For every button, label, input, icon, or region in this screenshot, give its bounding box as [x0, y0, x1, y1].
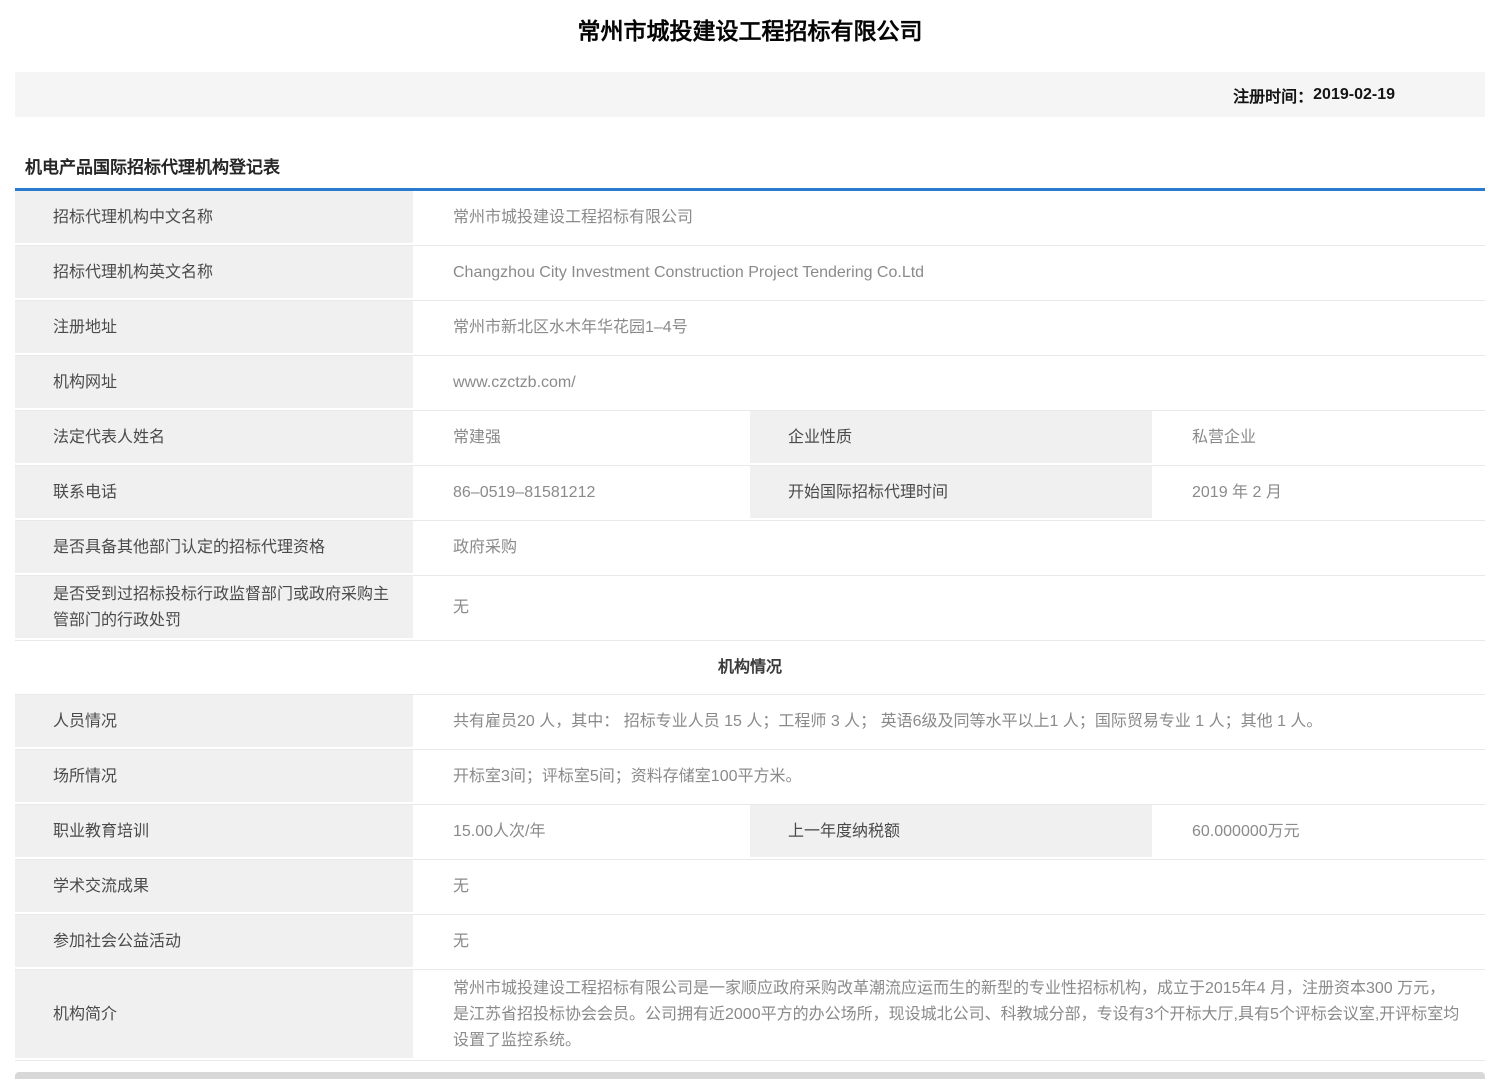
field-value: 常州市新北区水木年华花园1–4号 [413, 301, 1485, 355]
table-row-charity: 参加社会公益活动 无 [15, 915, 1485, 970]
field-value: www.czctzb.com/ [413, 356, 1485, 410]
field-label: 机构网址 [15, 356, 413, 410]
table-row-other-qualification: 是否具备其他部门认定的招标代理资格 政府采购 [15, 521, 1485, 576]
table-row-legal-rep: 法定代表人姓名 常建强 企业性质 私营企业 [15, 411, 1485, 466]
table-row-training: 职业教育培训 15.00人次/年 上一年度纳税额 60.000000万元 [15, 805, 1485, 860]
registration-table: 招标代理机构中文名称 常州市城投建设工程招标有限公司 招标代理机构英文名称 Ch… [15, 188, 1485, 1061]
field-value: 2019 年 2 月 [1152, 466, 1485, 520]
table-row-website: 机构网址 www.czctzb.com/ [15, 356, 1485, 411]
table-row-phone: 联系电话 86–0519–81581212 开始国际招标代理时间 2019 年 … [15, 466, 1485, 521]
field-label: 机构简介 [15, 970, 413, 1060]
register-time-bar: 注册时间： 2019-02-19 [15, 72, 1485, 117]
field-value: 无 [413, 860, 1485, 914]
field-value: 政府采购 [413, 521, 1485, 575]
field-value: 60.000000万元 [1152, 805, 1485, 859]
register-time-value: 2019-02-19 [1313, 86, 1395, 104]
table-row-academic: 学术交流成果 无 [15, 860, 1485, 915]
table-row-venue: 场所情况 开标室3间；评标室5间；资料存储室100平方米。 [15, 750, 1485, 805]
table-row-address: 注册地址 常州市新北区水木年华花园1–4号 [15, 301, 1485, 356]
field-value: 常州市城投建设工程招标有限公司是一家顺应政府采购改革潮流应运而生的新型的专业性招… [413, 970, 1485, 1060]
field-label: 开始国际招标代理时间 [750, 466, 1152, 520]
footer-bar [15, 1072, 1485, 1079]
field-value: 共有雇员20 人，其中： 招标专业人员 15 人；工程师 3 人； 英语6级及同… [413, 695, 1485, 749]
field-label: 联系电话 [15, 466, 413, 520]
field-label: 学术交流成果 [15, 860, 413, 914]
field-label: 场所情况 [15, 750, 413, 804]
field-value: 常州市城投建设工程招标有限公司 [413, 191, 1485, 245]
field-value: 86–0519–81581212 [413, 466, 750, 520]
table-row-en-name: 招标代理机构英文名称 Changzhou City Investment Con… [15, 246, 1485, 301]
section-header: 机构情况 [15, 641, 1485, 694]
table-row-staff: 人员情况 共有雇员20 人，其中： 招标专业人员 15 人；工程师 3 人； 英… [15, 695, 1485, 750]
register-time-label: 注册时间： [1233, 83, 1313, 107]
field-label: 法定代表人姓名 [15, 411, 413, 465]
field-label: 参加社会公益活动 [15, 915, 413, 969]
field-label: 是否具备其他部门认定的招标代理资格 [15, 521, 413, 575]
field-label: 招标代理机构中文名称 [15, 191, 413, 245]
field-value: 15.00人次/年 [413, 805, 750, 859]
field-label: 人员情况 [15, 695, 413, 749]
page-title: 常州市城投建设工程招标有限公司 [0, 16, 1500, 46]
field-label: 职业教育培训 [15, 805, 413, 859]
field-label: 注册地址 [15, 301, 413, 355]
field-value: 无 [413, 915, 1485, 969]
field-value: 无 [413, 576, 1485, 640]
table-row-intro: 机构简介 常州市城投建设工程招标有限公司是一家顺应政府采购改革潮流应运而生的新型… [15, 970, 1485, 1061]
field-value: 私营企业 [1152, 411, 1485, 465]
table-row-penalty: 是否受到过招标投标行政监督部门或政府采购主管部门的行政处罚 无 [15, 576, 1485, 641]
field-label: 是否受到过招标投标行政监督部门或政府采购主管部门的行政处罚 [15, 576, 413, 640]
field-label: 上一年度纳税额 [750, 805, 1152, 859]
field-label: 招标代理机构英文名称 [15, 246, 413, 300]
field-value: Changzhou City Investment Construction P… [413, 246, 1485, 300]
field-label: 企业性质 [750, 411, 1152, 465]
field-value: 开标室3间；评标室5间；资料存储室100平方米。 [413, 750, 1485, 804]
field-value: 常建强 [413, 411, 750, 465]
form-title: 机电产品国际招标代理机构登记表 [15, 153, 1485, 188]
table-row-cn-name: 招标代理机构中文名称 常州市城投建设工程招标有限公司 [15, 191, 1485, 246]
table-section-org: 机构情况 [15, 641, 1485, 695]
